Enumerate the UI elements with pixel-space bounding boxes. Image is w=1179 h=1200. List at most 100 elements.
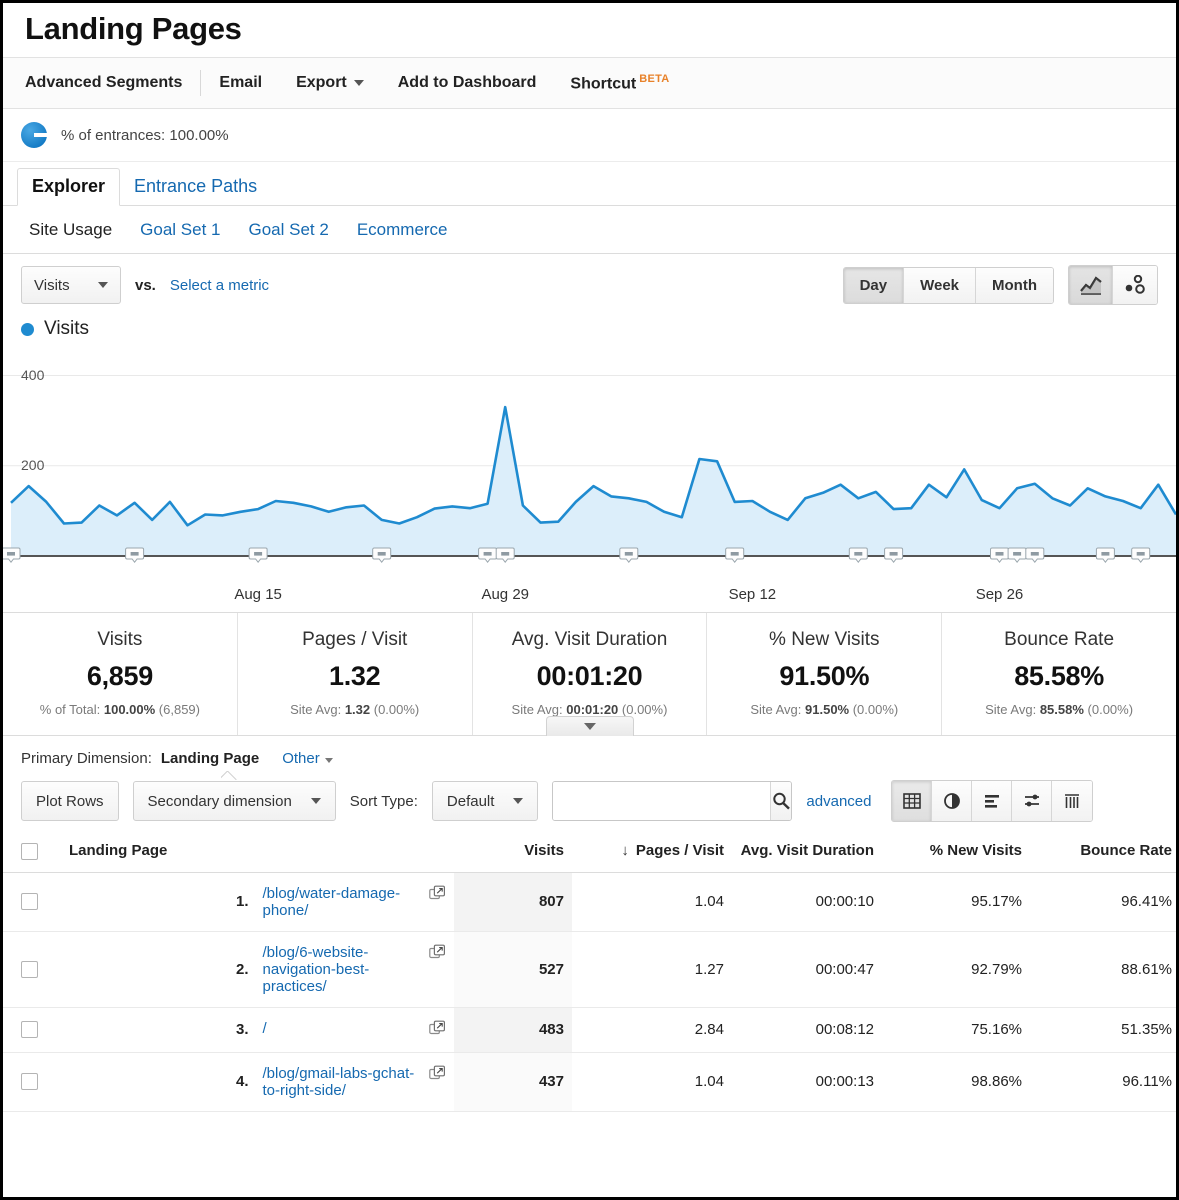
select-a-metric-link[interactable]: Select a metric [170, 277, 269, 294]
row-avg-visit-duration: 00:08:12 [732, 1007, 882, 1052]
row-landing-page-cell: /blog/6-website-navigation-best-practice… [255, 931, 455, 1007]
chevron-down-icon [584, 723, 596, 730]
column-pct-new-visits[interactable]: % New Visits [882, 832, 1030, 872]
sub-tabs: Site Usage Goal Set 1 Goal Set 2 Ecommer… [3, 206, 1176, 254]
row-checkbox[interactable] [21, 1021, 38, 1038]
line-chart-glyph [1080, 275, 1102, 295]
summary-visits: Visits 6,859 % of Total: 100.00% (6,859) [3, 613, 238, 735]
primary-dimension-other[interactable]: Other [282, 750, 333, 767]
row-visits: 807 [454, 872, 572, 931]
column-avg-visit-duration[interactable]: Avg. Visit Duration [732, 832, 882, 872]
row-pct-new-visits: 95.17% [882, 872, 1030, 931]
x-axis-tick-label: Aug 15 [234, 586, 282, 603]
column-bounce-rate[interactable]: Bounce Rate [1030, 832, 1176, 872]
table-row[interactable]: 4./blog/gmail-labs-gchat-to-right-side/4… [3, 1052, 1176, 1111]
line-chart-icon[interactable] [1069, 266, 1113, 304]
row-pages-per-visit: 1.04 [572, 872, 732, 931]
bar-view-icon[interactable] [972, 781, 1012, 821]
sort-desc-icon: ↓ [621, 842, 629, 859]
legend-label: Visits [44, 318, 89, 340]
landing-page-link[interactable]: / [263, 1020, 267, 1037]
visits-chart[interactable]: 400 200 [3, 346, 1176, 584]
comparison-view-icon[interactable] [1012, 781, 1052, 821]
row-avg-visit-duration: 00:00:10 [732, 872, 882, 931]
pie-chart-icon [21, 122, 47, 148]
sub-tab-goal-set-1[interactable]: Goal Set 1 [140, 220, 220, 240]
plot-rows-button[interactable]: Plot Rows [21, 781, 119, 821]
bars-glyph [982, 791, 1002, 811]
advanced-link[interactable]: advanced [806, 793, 871, 810]
row-index: 4. [55, 1052, 255, 1111]
granularity-buttons: Day Week Month [843, 267, 1054, 304]
row-bounce-rate: 51.35% [1030, 1007, 1176, 1052]
row-index: 2. [55, 931, 255, 1007]
open-in-new-window-icon[interactable] [429, 885, 446, 905]
export-button[interactable]: Export [296, 74, 364, 92]
summary-label: % New Visits [713, 629, 935, 651]
email-button[interactable]: Email [219, 74, 262, 92]
primary-metric-select[interactable]: Visits [21, 266, 121, 304]
summary-value: 85.58% [948, 661, 1170, 692]
sort-type-select[interactable]: Default [432, 781, 539, 821]
summary-label: Avg. Visit Duration [479, 629, 701, 651]
open-in-new-window-icon[interactable] [429, 1065, 446, 1085]
pie-view-icon[interactable] [932, 781, 972, 821]
search-icon[interactable] [770, 782, 791, 820]
tab-explorer[interactable]: Explorer [17, 168, 120, 206]
landing-page-link[interactable]: /blog/water-damage-phone/ [263, 885, 424, 919]
secondary-dimension-button[interactable]: Secondary dimension [133, 781, 336, 821]
comparison-glyph [1022, 791, 1042, 811]
row-pct-new-visits: 75.16% [882, 1007, 1030, 1052]
pivot-view-icon[interactable] [1052, 781, 1092, 821]
granularity-day[interactable]: Day [844, 268, 905, 303]
tab-entrance-paths[interactable]: Entrance Paths [120, 169, 271, 205]
search-input[interactable] [553, 782, 770, 820]
column-visits[interactable]: Visits [454, 832, 572, 872]
sub-tab-site-usage[interactable]: Site Usage [29, 220, 112, 240]
select-all-header [3, 832, 55, 872]
summary-subtext: Site Avg: 00:01:20 (0.00%) [479, 702, 701, 717]
row-landing-page-cell: /blog/water-damage-phone/ [255, 872, 455, 931]
table-row[interactable]: 3./4832.8400:08:1275.16%51.35% [3, 1007, 1176, 1052]
row-visits: 527 [454, 931, 572, 1007]
select-all-checkbox[interactable] [21, 843, 38, 860]
granularity-week[interactable]: Week [904, 268, 976, 303]
open-in-new-window-icon[interactable] [429, 1020, 446, 1040]
segment-label[interactable]: % of entrances: 100.00% [61, 127, 229, 144]
open-in-new-window-icon[interactable] [429, 944, 446, 964]
granularity-month[interactable]: Month [976, 268, 1053, 303]
segment-row: % of entrances: 100.00% [3, 109, 1176, 162]
action-bar: Advanced Segments Email Export Add to Da… [3, 57, 1176, 109]
table-row[interactable]: 2./blog/6-website-navigation-best-practi… [3, 931, 1176, 1007]
row-index: 1. [55, 872, 255, 931]
chart-legend: Visits [3, 316, 1176, 346]
primary-dimension-value[interactable]: Landing Page [161, 750, 259, 767]
page-title: Landing Pages [25, 11, 1176, 47]
sub-tab-goal-set-2[interactable]: Goal Set 2 [249, 220, 329, 240]
column-landing-page[interactable]: Landing Page [55, 832, 454, 872]
collapse-chart-toggle[interactable] [546, 716, 634, 736]
row-checkbox[interactable] [21, 893, 38, 910]
advanced-segments-button[interactable]: Advanced Segments [25, 74, 182, 92]
column-pages-per-visit[interactable]: ↓Pages / Visit [572, 832, 732, 872]
row-checkbox[interactable] [21, 1073, 38, 1090]
summary-label: Bounce Rate [948, 629, 1170, 651]
add-to-dashboard-button[interactable]: Add to Dashboard [398, 74, 537, 92]
row-checkbox[interactable] [21, 961, 38, 978]
landing-page-link[interactable]: /blog/gmail-labs-gchat-to-right-side/ [263, 1065, 424, 1099]
row-pages-per-visit: 1.27 [572, 931, 732, 1007]
row-landing-page-cell: /blog/gmail-labs-gchat-to-right-side/ [255, 1052, 455, 1111]
table-view-icon[interactable] [892, 781, 932, 821]
row-checkbox-cell [3, 1052, 55, 1111]
primary-dimension-row: Primary Dimension: Landing Page Other [3, 736, 1176, 780]
table-body: 1./blog/water-damage-phone/8071.0400:00:… [3, 872, 1176, 1111]
shortcut-button[interactable]: ShortcutBETA [570, 73, 669, 93]
landing-page-link[interactable]: /blog/6-website-navigation-best-practice… [263, 944, 424, 995]
summary-subtext: % of Total: 100.00% (6,859) [9, 702, 231, 717]
table-row[interactable]: 1./blog/water-damage-phone/8071.0400:00:… [3, 872, 1176, 931]
row-index: 3. [55, 1007, 255, 1052]
motion-chart-icon[interactable] [1113, 266, 1157, 304]
beta-badge: BETA [639, 73, 669, 85]
sub-tab-ecommerce[interactable]: Ecommerce [357, 220, 448, 240]
summary-label: Pages / Visit [244, 629, 466, 651]
